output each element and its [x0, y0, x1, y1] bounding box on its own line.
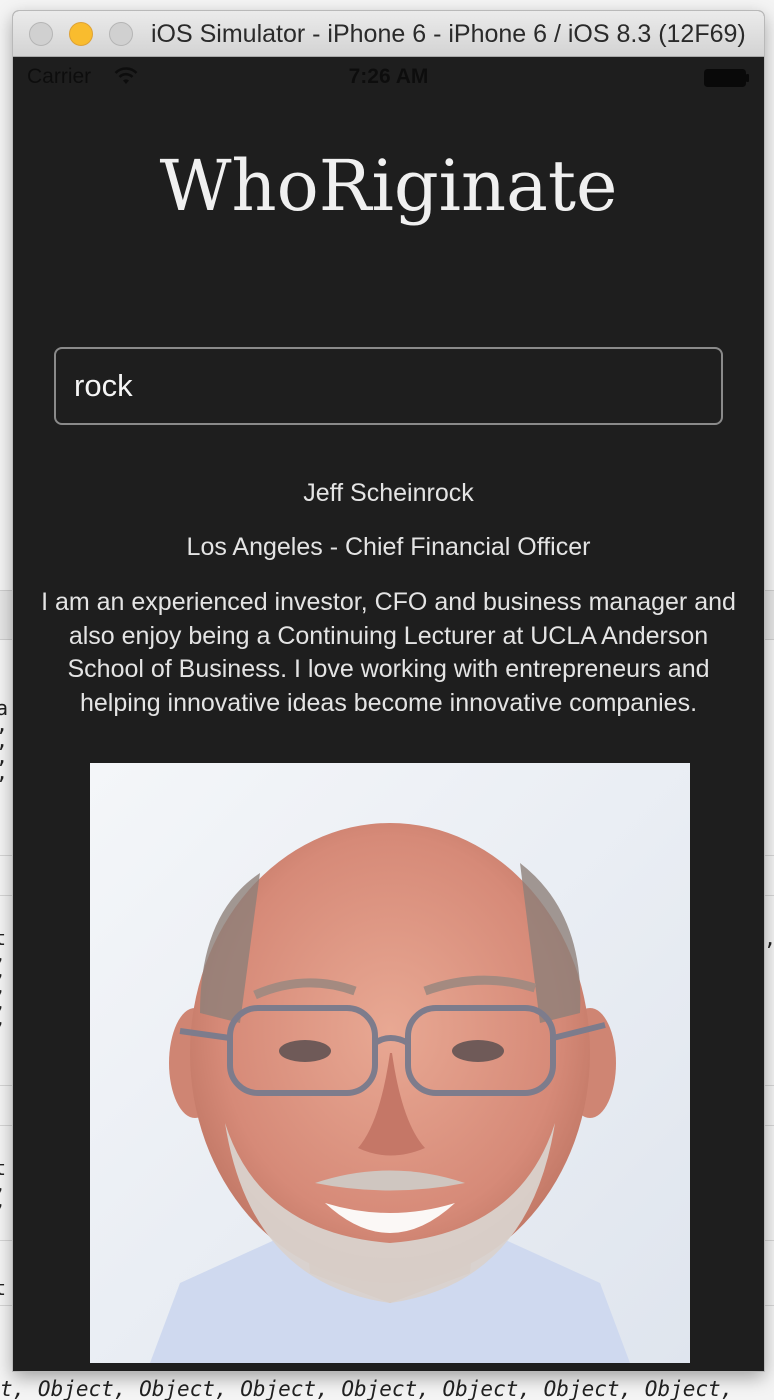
window-titlebar[interactable]: iOS Simulator - iPhone 6 - iPhone 6 / iO…	[13, 11, 764, 57]
result-role: Los Angeles - Chief Financial Officer	[186, 533, 591, 561]
search-input[interactable]	[74, 349, 694, 423]
console-fragment: a , , , ,	[0, 696, 9, 782]
search-field[interactable]	[54, 347, 723, 425]
minimize-window-button[interactable]	[69, 22, 93, 46]
app-title: WhoRiginate	[159, 145, 618, 227]
console-fragment: t	[0, 1276, 7, 1300]
simulator-window: iOS Simulator - iPhone 6 - iPhone 6 / iO…	[13, 11, 764, 1371]
status-time: 7:26 AM	[348, 65, 429, 88]
battery-icon	[704, 69, 749, 87]
console-bottom-line: t, Object, Object, Object, Object, Objec…	[0, 1378, 734, 1400]
console-fragment: ,	[764, 928, 774, 948]
console-fragment: t , ,	[0, 1156, 7, 1210]
close-window-button[interactable]	[29, 22, 53, 46]
result-name: Jeff Scheinrock	[303, 479, 474, 507]
window-title: iOS Simulator - iPhone 6 - iPhone 6 / iO…	[151, 20, 746, 48]
profile-portrait-image	[90, 763, 690, 1363]
ios-status-bar: Carrier 7:26 AM	[13, 57, 764, 97]
profile-photo	[90, 763, 690, 1363]
console-fragment: t , , , , ,	[0, 926, 7, 1028]
result-bio: I am an experienced investor, CFO and bu…	[41, 588, 736, 717]
zoom-window-button[interactable]	[109, 22, 133, 46]
